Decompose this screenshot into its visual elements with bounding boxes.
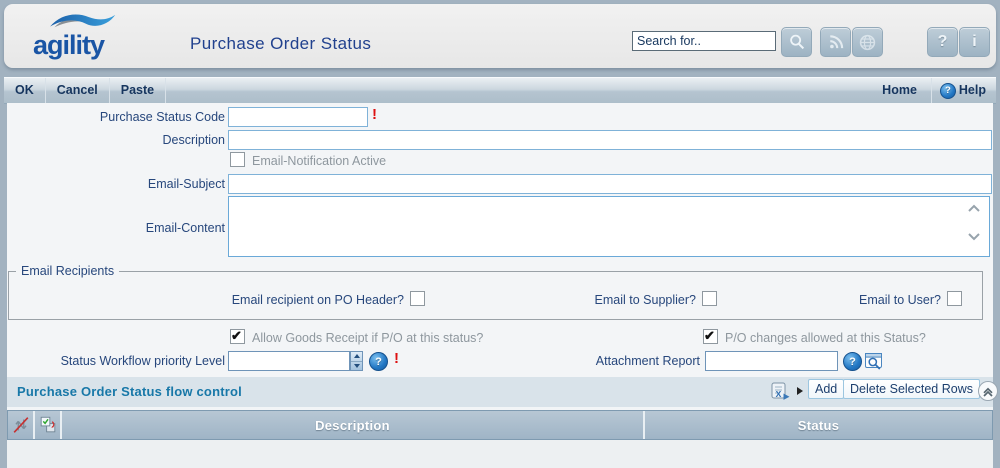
cancel-button[interactable]: Cancel [46, 78, 110, 103]
grid-column-description-label: Description [315, 418, 390, 433]
recipient-po-header-checkbox[interactable] [410, 291, 425, 306]
globe-icon [858, 33, 877, 52]
recipient-supplier-label: Email to Supplier? [496, 293, 696, 307]
required-marker: ! [394, 350, 399, 367]
priority-help-icon[interactable]: ? [369, 352, 388, 371]
lookup-icon[interactable] [864, 351, 884, 371]
grid-sort-header-cell[interactable] [8, 411, 35, 439]
grid-column-status[interactable]: Status [645, 411, 992, 439]
grid-column-description[interactable]: Description [62, 411, 645, 439]
search-button[interactable] [781, 27, 812, 57]
flow-control-title: Purchase Order Status flow control [17, 384, 242, 399]
attachment-help-icon[interactable]: ? [843, 352, 862, 371]
po-changes-allowed-checkbox[interactable] [703, 329, 718, 344]
delete-selected-rows-button[interactable]: Delete Selected Rows [843, 379, 980, 399]
svg-text:X: X [776, 389, 782, 399]
export-icon[interactable]: X [770, 381, 791, 402]
attachment-report-input[interactable] [705, 351, 838, 371]
help-label: Help [959, 78, 986, 103]
purchase-status-code-input[interactable] [228, 107, 368, 127]
priority-spinner[interactable] [350, 351, 363, 371]
help-circle-icon: ? [940, 83, 956, 99]
scroll-down-icon[interactable] [966, 231, 982, 242]
help-link[interactable]: ? Help [932, 78, 990, 103]
required-marker: ! [372, 106, 377, 123]
rss-icon [827, 33, 845, 51]
help-button[interactable]: ? [927, 27, 958, 57]
purchase-status-code-label: Purchase Status Code [0, 110, 225, 124]
collapse-section-icon[interactable] [977, 380, 999, 402]
priority-level-input[interactable] [228, 351, 350, 371]
info-icon: i [972, 33, 976, 51]
sort-disabled-icon [11, 415, 31, 435]
scroll-up-icon[interactable] [966, 203, 982, 214]
recipient-supplier-checkbox[interactable] [702, 291, 717, 306]
rss-button[interactable] [820, 27, 851, 57]
email-notification-label: Email-Notification Active [252, 154, 386, 168]
globe-button[interactable] [852, 27, 883, 57]
recipient-user-label: Email to User? [751, 293, 941, 307]
flow-control-grid-body [7, 440, 993, 468]
info-button[interactable]: i [959, 27, 990, 57]
flow-control-grid-header: Description Status [7, 410, 993, 440]
description-label: Description [0, 133, 225, 147]
grid-select-all-header-cell[interactable] [35, 411, 62, 439]
email-content-label: Email-Content [0, 221, 225, 235]
home-button[interactable]: Home [871, 78, 932, 103]
purchase-order-status-page: agility Purchase Order Status [0, 0, 1000, 468]
email-subject-label: Email-Subject [0, 177, 225, 191]
spinner-up-icon[interactable] [351, 352, 362, 362]
recipient-po-header-label: Email recipient on PO Header? [104, 293, 404, 307]
search-icon [787, 32, 807, 52]
recipient-user-checkbox[interactable] [947, 291, 962, 306]
agility-logo: agility [33, 30, 104, 61]
po-changes-allowed-label: P/O changes allowed at this Status? [725, 331, 926, 345]
priority-level-label: Status Workflow priority Level [0, 354, 225, 368]
allow-goods-receipt-checkbox[interactable] [230, 329, 245, 344]
search-input[interactable] [632, 31, 776, 51]
allow-goods-receipt-label: Allow Goods Receipt if P/O at this statu… [252, 331, 483, 345]
attachment-report-label: Attachment Report [475, 354, 700, 368]
email-subject-input[interactable] [228, 174, 992, 194]
spinner-down-icon[interactable] [351, 362, 362, 371]
toolbar: OK Cancel Paste Home ? Help [4, 77, 996, 104]
email-content-textarea[interactable] [228, 196, 990, 257]
paste-button[interactable]: Paste [110, 78, 166, 103]
grid-column-status-label: Status [798, 418, 840, 433]
menu-caret-icon[interactable] [797, 387, 803, 395]
description-input[interactable] [228, 130, 992, 150]
question-icon: ? [938, 33, 948, 51]
page-title: Purchase Order Status [190, 34, 371, 54]
app-header: agility Purchase Order Status [4, 4, 996, 68]
flow-control-bar: Purchase Order Status flow control X Add… [7, 377, 993, 409]
select-rows-icon [38, 415, 58, 435]
ok-button[interactable]: OK [4, 78, 46, 103]
email-notification-checkbox[interactable] [230, 152, 245, 167]
email-recipients-legend: Email Recipients [16, 264, 119, 278]
add-row-button[interactable]: Add [808, 379, 844, 399]
